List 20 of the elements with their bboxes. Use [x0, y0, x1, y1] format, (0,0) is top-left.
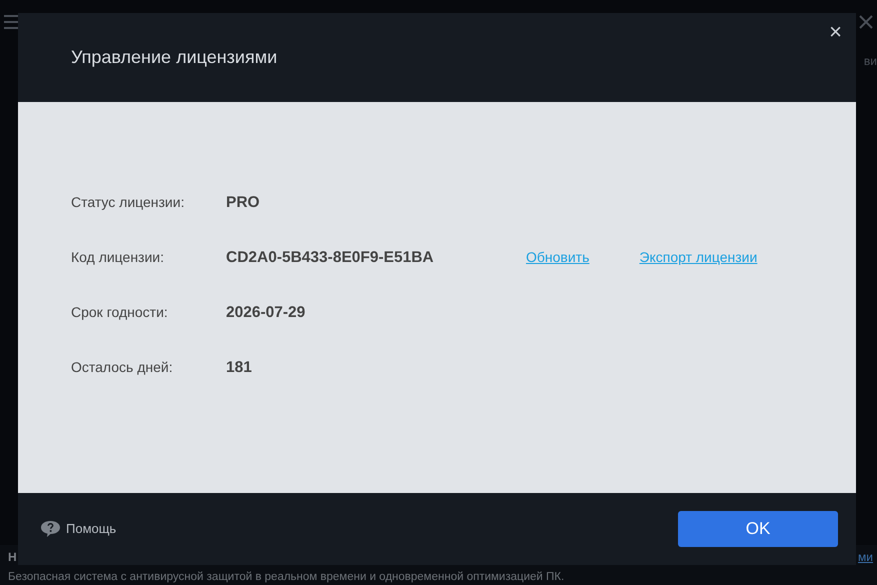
link[interactable]: Экспорт лицензии: [639, 247, 758, 268]
field-value: 2026-07-29: [226, 302, 306, 323]
close-button[interactable]: ×: [825, 19, 846, 45]
ok-button[interactable]: OK: [678, 511, 838, 547]
field-label: Код лицензии:: [71, 248, 166, 267]
field-value: CD2A0-5B433-8E0F9-E51BA: [226, 248, 435, 268]
tab-label[interactable]: ви: [864, 52, 877, 70]
dialog-title: Управление лицензиями: [71, 46, 278, 68]
field-label: Срок годности:: [71, 303, 169, 322]
help-link[interactable]: Помощь: [41, 519, 116, 539]
link[interactable]: Обновить: [526, 247, 590, 268]
description-text: Безопасная система с антивирусной защитой в реальном времени и одновременной оптимизацией ПК.: [8, 570, 566, 585]
field-label: Осталось дней:: [71, 358, 174, 377]
help-icon: [41, 521, 60, 537]
close-icon[interactable]: [859, 15, 873, 29]
link[interactable]: ми: [858, 548, 873, 566]
field-label: Статус лицензии:: [71, 193, 186, 212]
field-value: PRO: [226, 192, 261, 213]
section-title: Н: [8, 549, 17, 566]
field-value: 181: [226, 358, 253, 378]
